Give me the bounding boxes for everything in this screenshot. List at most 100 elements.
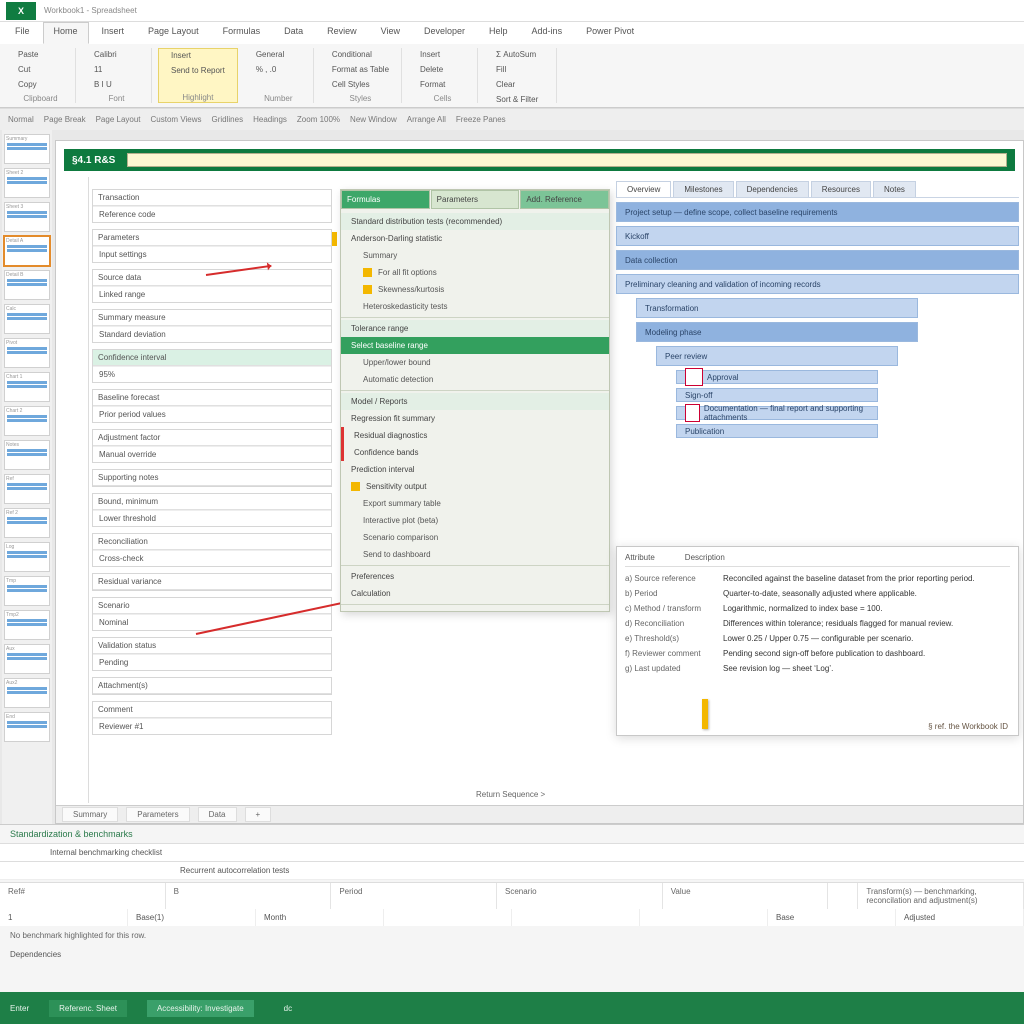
- view-option[interactable]: Page Break: [44, 115, 86, 124]
- view-option[interactable]: Headings: [253, 115, 287, 124]
- ribbon-button[interactable]: Conditional: [328, 48, 393, 61]
- menu-item[interactable]: Summary: [341, 247, 609, 264]
- ribbon-tab-formulas[interactable]: Formulas: [212, 22, 272, 44]
- grid-cell[interactable]: 1: [0, 909, 128, 926]
- thumbnail[interactable]: Pivot: [4, 338, 50, 368]
- ribbon-button[interactable]: Format as Table: [328, 63, 393, 76]
- grid-cell[interactable]: Month: [256, 909, 384, 926]
- ribbon-button[interactable]: Send to Report: [167, 64, 229, 77]
- thumbnail[interactable]: Detail B: [4, 270, 50, 300]
- menu-tab[interactable]: Add. Reference: [520, 190, 609, 209]
- grid-header[interactable]: Value: [663, 883, 829, 909]
- task-bar[interactable]: Approval: [676, 370, 878, 384]
- thumbnail[interactable]: Calc: [4, 304, 50, 334]
- thumbnail[interactable]: Tmp: [4, 576, 50, 606]
- thumbnail[interactable]: Chart 1: [4, 372, 50, 402]
- field-group[interactable]: ScenarioNominal: [92, 597, 332, 631]
- thumbnail[interactable]: Chart 2: [4, 406, 50, 436]
- task-bar[interactable]: Documentation — final report and support…: [676, 406, 878, 420]
- thumbnail[interactable]: Ref 2: [4, 508, 50, 538]
- grid-cell[interactable]: Base(1): [128, 909, 256, 926]
- field-group[interactable]: Confidence interval95%: [92, 349, 332, 383]
- ribbon-button[interactable]: Fill: [492, 63, 548, 76]
- menu-item[interactable]: Skewness/kurtosis: [341, 281, 609, 298]
- thumbnail[interactable]: End: [4, 712, 50, 742]
- menu-item[interactable]: For all fit options: [341, 264, 609, 281]
- task-bar[interactable]: Preliminary cleaning and validation of i…: [616, 274, 1019, 294]
- ribbon-tab-page-layout[interactable]: Page Layout: [137, 22, 210, 44]
- menu-item[interactable]: Calculation: [341, 585, 609, 602]
- grid-cell[interactable]: Adjusted: [896, 909, 1024, 926]
- menu-item[interactable]: Confidence bands: [341, 444, 609, 461]
- task-bar[interactable]: Publication: [676, 424, 878, 438]
- view-option[interactable]: Freeze Panes: [456, 115, 506, 124]
- thumbnail[interactable]: Summary: [4, 134, 50, 164]
- thumbnail[interactable]: Sheet 3: [4, 202, 50, 232]
- menu-item[interactable]: Select baseline range: [341, 337, 609, 354]
- menu-item[interactable]: Regression fit summary: [341, 410, 609, 427]
- ribbon-tab-help[interactable]: Help: [478, 22, 519, 44]
- view-option[interactable]: Arrange All: [407, 115, 446, 124]
- ribbon-button[interactable]: Calibri: [90, 48, 143, 61]
- grid-header[interactable]: Period: [331, 883, 497, 909]
- ribbon-button[interactable]: General: [252, 48, 305, 61]
- ribbon-button[interactable]: Cell Styles: [328, 78, 393, 91]
- task-bar[interactable]: Data collection: [616, 250, 1019, 270]
- thumbnail[interactable]: Notes: [4, 440, 50, 470]
- ribbon-tab-review[interactable]: Review: [316, 22, 368, 44]
- field-group[interactable]: Bound, minimumLower threshold: [92, 493, 332, 527]
- ribbon-button[interactable]: Paste: [14, 48, 67, 61]
- field-group[interactable]: Validation statusPending: [92, 637, 332, 671]
- sheet-tab[interactable]: +: [245, 807, 272, 822]
- menu-item[interactable]: Interactive plot (beta): [341, 512, 609, 529]
- sheet-tab[interactable]: Summary: [62, 807, 118, 822]
- thumbnail[interactable]: Tmp2: [4, 610, 50, 640]
- task-tab[interactable]: Milestones: [673, 181, 733, 197]
- view-option[interactable]: Normal: [8, 115, 34, 124]
- menu-item[interactable]: Send to dashboard: [341, 546, 609, 563]
- grid-header[interactable]: Ref#: [0, 883, 166, 909]
- ribbon-button[interactable]: Format: [416, 78, 469, 91]
- ribbon-tab-view[interactable]: View: [370, 22, 411, 44]
- ribbon-tab-data[interactable]: Data: [273, 22, 314, 44]
- ribbon-tab-developer[interactable]: Developer: [413, 22, 476, 44]
- status-a11y[interactable]: Accessibility: Investigate: [147, 1000, 254, 1017]
- field-group[interactable]: Attachment(s): [92, 677, 332, 695]
- ribbon-tab-power-pivot[interactable]: Power Pivot: [575, 22, 645, 44]
- task-tab[interactable]: Notes: [873, 181, 916, 197]
- menu-tab[interactable]: Formulas: [341, 190, 430, 209]
- sheet-tab[interactable]: Parameters: [126, 807, 189, 822]
- ribbon-button[interactable]: % , .0: [252, 63, 305, 76]
- thumbnail[interactable]: Log: [4, 542, 50, 572]
- view-option[interactable]: New Window: [350, 115, 397, 124]
- sheet-tab[interactable]: Data: [198, 807, 237, 822]
- thumbnail[interactable]: Aux2: [4, 678, 50, 708]
- grid-header[interactable]: Scenario: [497, 883, 663, 909]
- menu-item[interactable]: Upper/lower bound: [341, 354, 609, 371]
- menu-tab[interactable]: Parameters: [431, 190, 520, 209]
- ribbon-button[interactable]: Clear: [492, 78, 548, 91]
- menu-item[interactable]: Sensitivity output: [341, 478, 609, 495]
- menu-item[interactable]: Anderson-Darling statistic: [341, 230, 609, 247]
- task-bar[interactable]: Sign-off: [676, 388, 878, 402]
- grid-header[interactable]: Transform(s) — benchmarking, reconcilati…: [858, 883, 1024, 909]
- menu-item[interactable]: Residual diagnostics: [341, 427, 609, 444]
- field-group[interactable]: Adjustment factorManual override: [92, 429, 332, 463]
- ribbon-button[interactable]: B I U: [90, 78, 143, 91]
- grid-cell[interactable]: [512, 909, 640, 926]
- lower-tab2[interactable]: Dependencies: [0, 945, 1024, 964]
- ribbon-tab-add-ins[interactable]: Add-ins: [521, 22, 574, 44]
- task-bar[interactable]: Modeling phase: [636, 322, 918, 342]
- doc-header-field[interactable]: [127, 153, 1007, 167]
- field-group[interactable]: CommentReviewer #1: [92, 701, 332, 735]
- view-option[interactable]: Page Layout: [96, 115, 141, 124]
- ribbon-button[interactable]: Insert: [167, 49, 229, 62]
- ribbon-tab-insert[interactable]: Insert: [91, 22, 136, 44]
- task-tab[interactable]: Overview: [616, 181, 671, 197]
- ribbon-button[interactable]: Sort & Filter: [492, 93, 548, 106]
- ribbon-button[interactable]: Copy: [14, 78, 67, 91]
- field-group[interactable]: ParametersInput settings: [92, 229, 332, 263]
- ribbon-button[interactable]: 11: [90, 63, 143, 76]
- menu-item[interactable]: Preferences: [341, 568, 609, 585]
- field-group[interactable]: Summary measureStandard deviation: [92, 309, 332, 343]
